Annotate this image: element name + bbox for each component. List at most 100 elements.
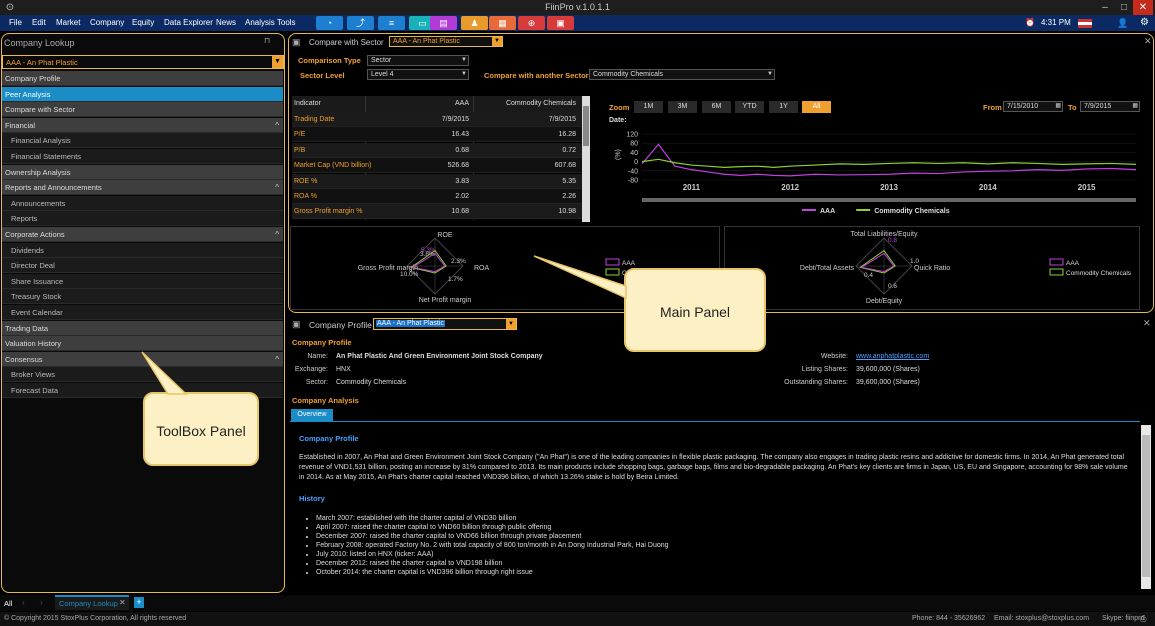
alarm-icon[interactable]: ⏰ xyxy=(1025,18,1035,27)
table-row[interactable]: P/E 16.43 16.28 xyxy=(292,127,584,143)
website-label: Website: xyxy=(820,353,848,360)
pin-icon[interactable]: ⊓ xyxy=(264,36,270,45)
screener-icon[interactable]: ≡ xyxy=(378,16,405,30)
calendar-icon[interactable]: ▦ xyxy=(1132,102,1138,111)
zoom-6m-button[interactable]: 6M xyxy=(702,101,731,113)
table-row[interactable]: Gross Profit margin % 10.68 10.98 xyxy=(292,204,584,220)
website-link[interactable]: www.anphatplastic.com xyxy=(856,353,929,360)
sidebar-item-label: Dividends xyxy=(11,245,44,255)
group-icon[interactable]: ♟ xyxy=(461,16,488,30)
table-row[interactable]: ROE % 3.83 5.35 xyxy=(292,173,584,189)
sidebar-item-financial-statements[interactable]: Financial Statements xyxy=(2,149,283,164)
panel-close-icon[interactable]: ✕ xyxy=(1144,36,1152,47)
dashboard-icon[interactable]: ◔ xyxy=(316,16,343,30)
sidebar-item-event-calendar[interactable]: Event Calendar xyxy=(2,305,283,320)
table-row[interactable]: P/B 0.68 0.72 xyxy=(292,142,584,158)
to-label: To xyxy=(1068,103,1077,112)
tab-underline xyxy=(290,421,1140,422)
menu-file[interactable]: File xyxy=(9,18,22,27)
tab-all[interactable]: All xyxy=(4,599,12,608)
sidebar-item-financial-analysis[interactable]: Financial Analysis xyxy=(2,133,283,149)
exchange-label: Exchange: xyxy=(294,366,328,373)
compare-another-label: Compare with another Sector xyxy=(484,71,589,80)
comparison-type-select[interactable]: Sector ▼ xyxy=(367,55,469,66)
table-row[interactable]: Market Cap (VND billion) 526.68 607.68 xyxy=(292,158,584,174)
chevron-up-icon[interactable]: ^ xyxy=(275,227,279,242)
us-flag-icon[interactable] xyxy=(1078,19,1092,28)
panel-close-icon[interactable]: ✕ xyxy=(1143,318,1151,329)
user-icon[interactable]: 👤 xyxy=(1117,18,1128,29)
tab-close-icon[interactable]: ✕ xyxy=(119,598,126,607)
tab-overview[interactable]: Overview xyxy=(291,409,333,421)
x-tick-label: 2011 xyxy=(683,183,701,192)
sidebar-item-trading-data[interactable]: Trading Data xyxy=(2,320,283,336)
from-date-input[interactable]: 7/15/2010 ▦ xyxy=(1003,101,1063,112)
sidebar-item-share-issuance[interactable]: Share Issuance xyxy=(2,273,283,289)
legend-swatch xyxy=(1049,258,1064,266)
radar-axis-label: Total Liabilities/Equity xyxy=(851,231,918,238)
sidebar-item-compare-with-sector[interactable]: Compare with Sector xyxy=(2,102,283,118)
menu-market[interactable]: Market xyxy=(56,18,80,27)
menu-news[interactable]: News xyxy=(216,18,236,27)
radar-value-label: 1.0 xyxy=(910,258,919,265)
table-row[interactable]: ROA % 2.02 2.26 xyxy=(292,189,584,204)
profile-company-select[interactable]: AAA - An Phat Plastic ▼ xyxy=(373,318,517,330)
print-icon[interactable]: ⎙ xyxy=(1140,614,1146,624)
sidebar-item-reports-and-announcements[interactable]: Reports and Announcements ^ xyxy=(2,180,283,196)
toolbox-company-select[interactable]: AAA - An Phat Plastic ▼ xyxy=(2,55,284,69)
compare-company-select[interactable]: AAA - An Phat Plastic ▼ xyxy=(389,36,503,47)
menu-analysis-tools[interactable]: Analysis Tools xyxy=(245,18,296,27)
sidebar-item-ownership-analysis[interactable]: Ownership Analysis xyxy=(2,164,283,180)
chevron-up-icon[interactable]: ^ xyxy=(275,352,279,367)
close-button[interactable]: ✕ xyxy=(1133,0,1153,15)
zoom-3m-button[interactable]: 3M xyxy=(668,101,697,113)
window-icon: ▣ xyxy=(292,319,301,329)
to-date-input[interactable]: 7/9/2015 ▦ xyxy=(1080,101,1140,112)
profile-scrollbar-thumb[interactable] xyxy=(1142,435,1150,577)
report-icon[interactable]: ▤ xyxy=(430,16,457,30)
sidebar-item-director-deal[interactable]: Director Deal xyxy=(2,258,283,274)
tab-next-icon[interactable]: › xyxy=(40,598,43,607)
menu-equity[interactable]: Equity xyxy=(132,18,154,27)
chevron-down-icon[interactable]: ▼ xyxy=(506,319,516,329)
sidebar-item-label: Forecast Data xyxy=(11,386,59,395)
sidebar-item-label: Corporate Actions xyxy=(5,230,65,239)
add-tab-icon[interactable]: + xyxy=(134,597,144,608)
table-scrollbar-thumb[interactable] xyxy=(583,106,589,146)
presentation-icon[interactable]: ▦ xyxy=(489,16,516,30)
sidebar-item-dividends[interactable]: Dividends xyxy=(2,242,283,258)
tab-prev-icon[interactable]: ‹ xyxy=(22,598,25,607)
sidebar-item-company-profile[interactable]: Company Profile xyxy=(2,71,283,86)
sidebar-item-valuation-history[interactable]: Valuation History xyxy=(2,336,283,352)
sector-level-select[interactable]: Level 4 ▼ xyxy=(367,69,469,80)
sidebar-item-peer-analysis[interactable]: Peer Analysis xyxy=(2,86,283,102)
chart-icon[interactable]: ⤴ xyxy=(347,16,374,30)
minimize-button[interactable]: – xyxy=(1095,0,1115,15)
help-icon[interactable]: ⊕ xyxy=(518,16,545,30)
calendar-icon[interactable]: ▦ xyxy=(1055,102,1061,111)
zoom-1y-button[interactable]: 1Y xyxy=(769,101,798,113)
maximize-button[interactable]: □ xyxy=(1114,0,1134,15)
compare-another-select[interactable]: Commodity Chemicals ▼ xyxy=(589,69,775,80)
col-sector: Commodity Chemicals xyxy=(505,100,576,107)
compare-title: Compare with Sector xyxy=(309,38,384,47)
legend-label: Commodity Chemicals xyxy=(874,208,950,215)
sidebar-item-corporate-actions[interactable]: Corporate Actions ^ xyxy=(2,227,283,242)
sidebar-item-reports[interactable]: Reports xyxy=(2,211,283,227)
gear-icon[interactable]: ⚙ xyxy=(1140,17,1149,28)
menu-company[interactable]: Company xyxy=(90,18,124,27)
zoom-1m-button[interactable]: 1M xyxy=(634,101,663,113)
table-row[interactable]: Trading Date 7/9/2015 7/9/2015 xyxy=(292,112,584,127)
chevron-up-icon[interactable]: ^ xyxy=(275,180,279,195)
chevron-up-icon[interactable]: ^ xyxy=(275,118,279,133)
menu-data-explorer[interactable]: Data Explorer xyxy=(164,18,213,27)
zoom-all-button[interactable]: All xyxy=(802,101,831,113)
sidebar-item-announcements[interactable]: Announcements xyxy=(2,195,283,211)
chevron-down-icon[interactable]: ▼ xyxy=(492,37,502,46)
zoom-ytd-button[interactable]: YTD xyxy=(735,101,764,113)
sidebar-item-treasury-stock[interactable]: Treasury Stock xyxy=(2,289,283,305)
calendar-icon[interactable]: ▣ xyxy=(547,16,574,30)
chevron-down-icon[interactable]: ▼ xyxy=(272,56,283,68)
menu-edit[interactable]: Edit xyxy=(32,18,46,27)
sidebar-item-financial[interactable]: Financial ^ xyxy=(2,117,283,133)
